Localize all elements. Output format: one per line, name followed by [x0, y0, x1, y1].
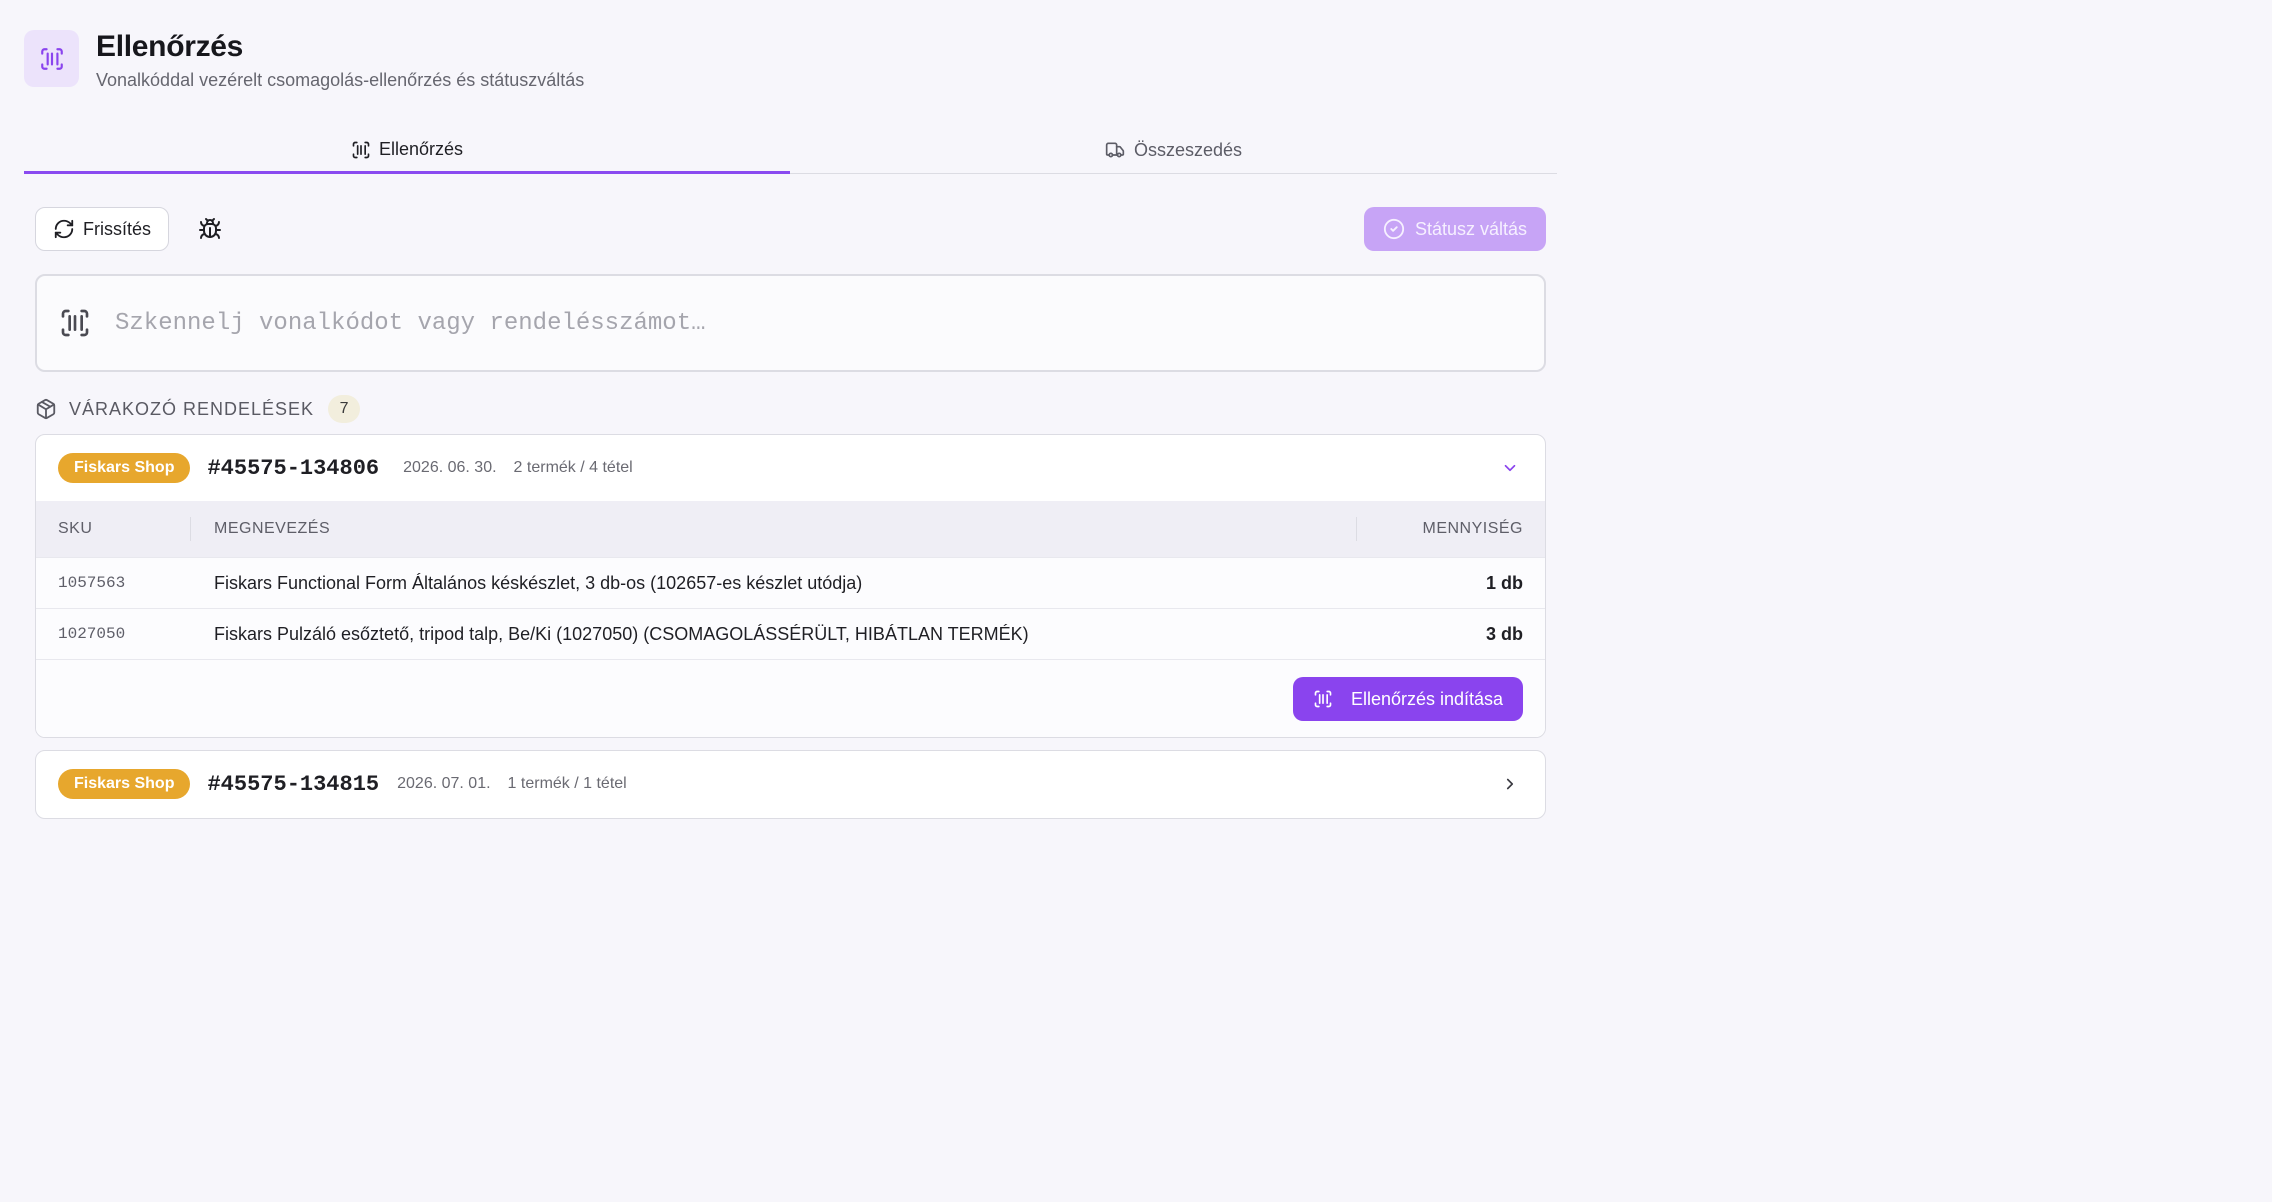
order-id: #45575-134815: [207, 771, 380, 797]
page-title: Ellenőrzés: [96, 30, 244, 63]
order-id: #45575-134806: [207, 455, 380, 481]
column-qty: MENNYISÉG: [1422, 520, 1523, 537]
order-count-badge: 7: [328, 395, 361, 423]
status-change-label: Státusz váltás: [1414, 218, 1528, 239]
page-header: Ellenőrzés Vonalkóddal vezérelt csomagol…: [24, 30, 584, 91]
refresh-label: Frissítés: [82, 218, 151, 239]
table-row: 1057563 Fiskars Functional Form Általáno…: [36, 557, 1545, 608]
barcode-icon: [59, 307, 91, 339]
order-header[interactable]: Fiskars Shop #45575-134806 2026. 06. 30.…: [36, 435, 1545, 501]
order-card: Fiskars Shop #45575-134806 2026. 06. 30.…: [35, 434, 1546, 738]
chevron-down-icon[interactable]: [1501, 459, 1519, 477]
order-date: 2026. 07. 01.: [397, 775, 491, 792]
tab-label: Összeszedés: [1133, 139, 1243, 160]
barcode-icon: [351, 140, 371, 160]
debug-button[interactable]: [192, 211, 228, 247]
order-item-count: 1 termék / 1 tétel: [507, 775, 627, 792]
pending-orders-heading: VÁRAKOZÓ RENDELÉSEK 7: [35, 395, 361, 423]
item-name: Fiskars Functional Form Általános késkés…: [214, 572, 863, 593]
item-sku: 1027050: [58, 625, 126, 643]
truck-icon: [1104, 140, 1126, 160]
start-check-label: Ellenőrzés indítása: [1350, 688, 1504, 709]
item-name: Fiskars Pulzáló esőztető, tripod talp, B…: [214, 623, 1029, 644]
shop-badge: Fiskars Shop: [58, 769, 191, 799]
order-header[interactable]: Fiskars Shop #45575-134815 2026. 07. 01.…: [36, 751, 1545, 817]
barcode-icon: [1313, 689, 1333, 709]
section-title: VÁRAKOZÓ RENDELÉSEK: [69, 398, 315, 419]
tab-bar: Ellenőrzés Összeszedés: [24, 128, 1557, 174]
refresh-button[interactable]: Frissítés: [35, 207, 169, 251]
refresh-icon: [53, 218, 75, 240]
order-date: 2026. 06. 30.: [403, 459, 497, 476]
column-name: MEGNEVEZÉS: [191, 517, 1357, 541]
page-subtitle: Vonalkóddal vezérelt csomagolás-ellenőrz…: [96, 70, 585, 90]
scan-input[interactable]: [115, 309, 1415, 337]
table-row: 1027050 Fiskars Pulzáló esőztető, tripod…: [36, 608, 1545, 659]
start-check-button[interactable]: Ellenőrzés indítása: [1293, 677, 1523, 721]
barcode-icon: [24, 30, 79, 87]
status-change-button[interactable]: Státusz váltás: [1364, 207, 1546, 251]
check-circle-icon: [1383, 218, 1405, 240]
bug-icon: [198, 217, 222, 241]
items-table-header: SKU MEGNEVEZÉS MENNYISÉG: [36, 501, 1545, 557]
order-item-count: 2 termék / 4 tétel: [513, 459, 633, 476]
order-card: Fiskars Shop #45575-134815 2026. 07. 01.…: [35, 750, 1546, 819]
column-sku: SKU: [36, 517, 191, 541]
item-sku: 1057563: [58, 574, 126, 592]
tab-osszeszedes[interactable]: Összeszedés: [790, 128, 1556, 172]
chevron-right-icon[interactable]: [1501, 775, 1519, 793]
item-qty: 1 db: [1485, 572, 1523, 593]
tab-label: Ellenőrzés: [378, 139, 464, 159]
tab-ellenorzes[interactable]: Ellenőrzés: [24, 128, 790, 174]
order-card-footer: Ellenőrzés indítása: [36, 659, 1545, 737]
item-qty: 3 db: [1485, 623, 1523, 644]
scan-field[interactable]: [35, 274, 1546, 372]
shop-badge: Fiskars Shop: [58, 453, 191, 483]
package-icon: [35, 398, 57, 420]
